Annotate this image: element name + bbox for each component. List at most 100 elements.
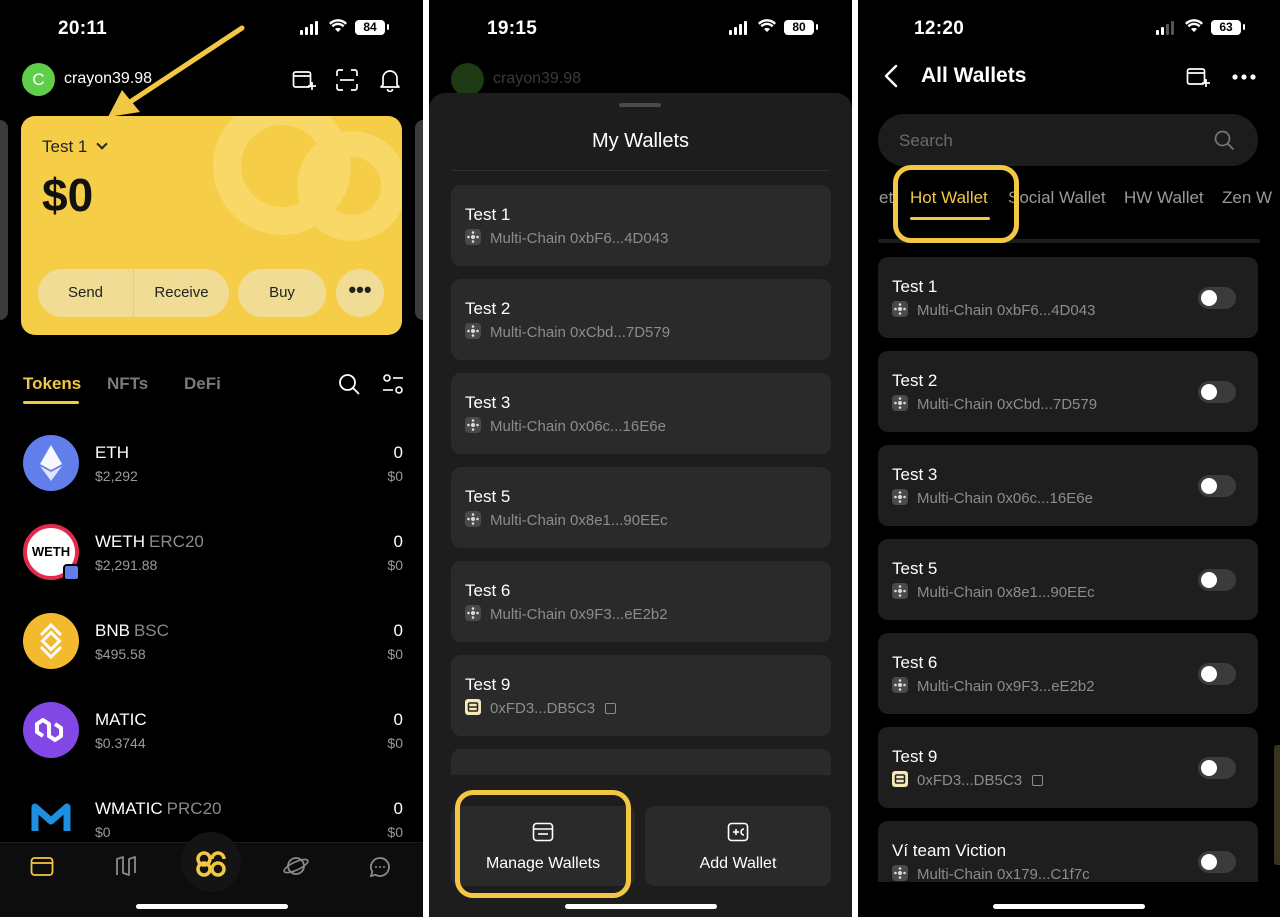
- ethereum-network-badge-icon: [63, 564, 80, 581]
- tab-social-wallet[interactable]: Social Wallet: [1008, 188, 1106, 208]
- wallet-name: Test 6: [465, 581, 511, 600]
- token-value: $0: [387, 646, 403, 662]
- wallet-item[interactable]: Test 2 Multi-Chain 0xCbd...7D579: [451, 279, 831, 360]
- back-arrow-icon[interactable]: [884, 64, 898, 88]
- token-value: $0: [387, 735, 403, 751]
- token-symbol: BNB: [95, 621, 130, 640]
- my-wallets-sheet-screen: 19:15 80 crayon39.98 My Wallets Test 1 M…: [429, 0, 852, 917]
- token-network: ERC20: [149, 532, 204, 551]
- wallet-selector[interactable]: Test 1: [42, 137, 108, 157]
- wallet-name: Test 3: [892, 465, 938, 484]
- wallet-card[interactable]: Test 1 $0 Send Receive Buy •••: [21, 116, 402, 335]
- token-name: WMATIC PRC20: [95, 799, 221, 819]
- add-wallet-icon[interactable]: [1186, 66, 1210, 88]
- token-amount: 0: [393, 710, 403, 729]
- multichain-icon: [465, 417, 481, 433]
- chain-badge-icon: [892, 771, 908, 787]
- brand-logo-icon[interactable]: [195, 850, 227, 878]
- token-value: $0: [387, 824, 403, 840]
- filter-icon[interactable]: [382, 374, 404, 394]
- search-input[interactable]: Search: [878, 114, 1258, 166]
- wallet-visibility-toggle[interactable]: [1198, 569, 1236, 591]
- wallet-name-label: Test 1: [42, 137, 88, 156]
- buy-button[interactable]: Buy: [238, 269, 326, 317]
- search-icon[interactable]: [1214, 130, 1234, 150]
- market-nav-icon[interactable]: [115, 855, 137, 877]
- wallet-item[interactable]: Test 5 Multi-Chain 0x8e1...90EEc: [451, 467, 831, 548]
- wallet-item[interactable]: Test 6 Multi-Chain 0x9F3...eE2b2: [451, 561, 831, 642]
- send-button[interactable]: Send: [38, 269, 133, 317]
- wallet-item[interactable]: Ví team Viction Multi-Chain 0x179...C1f7…: [878, 821, 1258, 882]
- previous-card-edge: [0, 120, 8, 320]
- token-row-weth[interactable]: WETH WETH ERC20 $2,291.88 0 $0: [23, 522, 407, 582]
- wallet-item-partial[interactable]: [451, 749, 831, 775]
- chain-badge-icon: [465, 699, 481, 715]
- bnb-icon: [23, 613, 79, 669]
- multichain-icon: [465, 323, 481, 339]
- wallet-visibility-toggle[interactable]: [1198, 381, 1236, 403]
- token-amount: 0: [393, 443, 403, 462]
- multichain-icon: [892, 583, 908, 599]
- wallet-item[interactable]: Test 9 0xFD3...DB5C3: [878, 727, 1258, 808]
- token-row-eth[interactable]: ETH $2,292 0 $0: [23, 433, 407, 493]
- wallet-visibility-toggle[interactable]: [1198, 475, 1236, 497]
- add-wallet-button[interactable]: Add Wallet: [645, 806, 831, 886]
- wallet-item[interactable]: Test 2 Multi-Chain 0xCbd...7D579: [878, 351, 1258, 432]
- discover-planet-icon[interactable]: [283, 855, 309, 877]
- page-title: All Wallets: [921, 64, 1027, 87]
- tab-defi[interactable]: DeFi: [184, 374, 221, 394]
- add-wallet-icon[interactable]: [292, 69, 316, 91]
- wallet-address: Multi-Chain 0x06c...16E6e: [490, 418, 666, 435]
- search-icon[interactable]: [338, 373, 360, 395]
- token-row-matic[interactable]: MATIC $0.3744 0 $0: [23, 700, 407, 760]
- token-price: $2,291.88: [95, 557, 158, 573]
- wallet-visibility-toggle[interactable]: [1198, 757, 1236, 779]
- wallet-address: Multi-Chain 0xbF6...4D043: [490, 230, 669, 247]
- receive-button[interactable]: Receive: [134, 269, 229, 317]
- copy-icon[interactable]: [1032, 775, 1044, 786]
- multichain-icon: [892, 301, 908, 317]
- wallet-item[interactable]: Test 3 Multi-Chain 0x06c...16E6e: [451, 373, 831, 454]
- wallet-address: Multi-Chain 0x9F3...eE2b2: [490, 606, 668, 623]
- sheet-grab-handle[interactable]: [619, 103, 661, 107]
- chat-icon[interactable]: [369, 856, 391, 878]
- wallet-visibility-toggle[interactable]: [1198, 287, 1236, 309]
- token-row-bnb[interactable]: BNB BSC $495.58 0 $0: [23, 611, 407, 671]
- wallet-name: Test 5: [465, 487, 511, 506]
- more-options-icon[interactable]: •••: [336, 269, 384, 317]
- token-price: $495.58: [95, 646, 146, 662]
- wallet-address: Multi-Chain 0x8e1...90EEc: [490, 512, 668, 529]
- wallet-item[interactable]: Test 1 Multi-Chain 0xbF6...4D043: [451, 185, 831, 266]
- scroll-indicator[interactable]: [1274, 745, 1280, 865]
- wallet-item[interactable]: Test 9 0xFD3...DB5C3: [451, 655, 831, 736]
- tab-zen-wallet[interactable]: Zen W: [1222, 188, 1280, 208]
- copy-icon[interactable]: [605, 703, 617, 714]
- tab-hw-wallet[interactable]: HW Wallet: [1124, 188, 1204, 208]
- more-options-icon[interactable]: [1232, 74, 1256, 80]
- wallet-visibility-toggle[interactable]: [1198, 663, 1236, 685]
- scan-icon[interactable]: [336, 69, 358, 91]
- wallet-item[interactable]: Test 1 Multi-Chain 0xbF6...4D043: [878, 257, 1258, 338]
- wallet-home-screen: 20:11 84 C crayon39.98 Test 1 $0 Send Re…: [0, 0, 423, 917]
- wallet-name: Test 5: [892, 559, 938, 578]
- token-amount: 0: [393, 799, 403, 818]
- highlight-box: [893, 165, 1019, 243]
- wallet-visibility-toggle[interactable]: [1198, 851, 1236, 873]
- token-name: ETH: [95, 443, 129, 462]
- battery-indicator: 80: [784, 20, 818, 35]
- tab-previous-partial[interactable]: et: [879, 188, 893, 208]
- tab-nfts[interactable]: NFTs: [107, 374, 148, 394]
- avatar[interactable]: C: [22, 63, 55, 96]
- wallet-item[interactable]: Test 6 Multi-Chain 0x9F3...eE2b2: [878, 633, 1258, 714]
- tab-tokens[interactable]: Tokens: [23, 374, 81, 394]
- wallet-nav-icon[interactable]: [30, 855, 54, 877]
- wallet-item[interactable]: Test 5 Multi-Chain 0x8e1...90EEc: [878, 539, 1258, 620]
- multichain-icon: [892, 395, 908, 411]
- wallet-name: Test 3: [465, 393, 511, 412]
- highlight-box: [455, 790, 631, 898]
- wallet-item[interactable]: Test 3 Multi-Chain 0x06c...16E6e: [878, 445, 1258, 526]
- divider: [451, 170, 830, 171]
- wmatic-icon: [23, 791, 79, 842]
- wallet-address: Multi-Chain 0x06c...16E6e: [917, 490, 1093, 507]
- bell-icon[interactable]: [379, 68, 401, 92]
